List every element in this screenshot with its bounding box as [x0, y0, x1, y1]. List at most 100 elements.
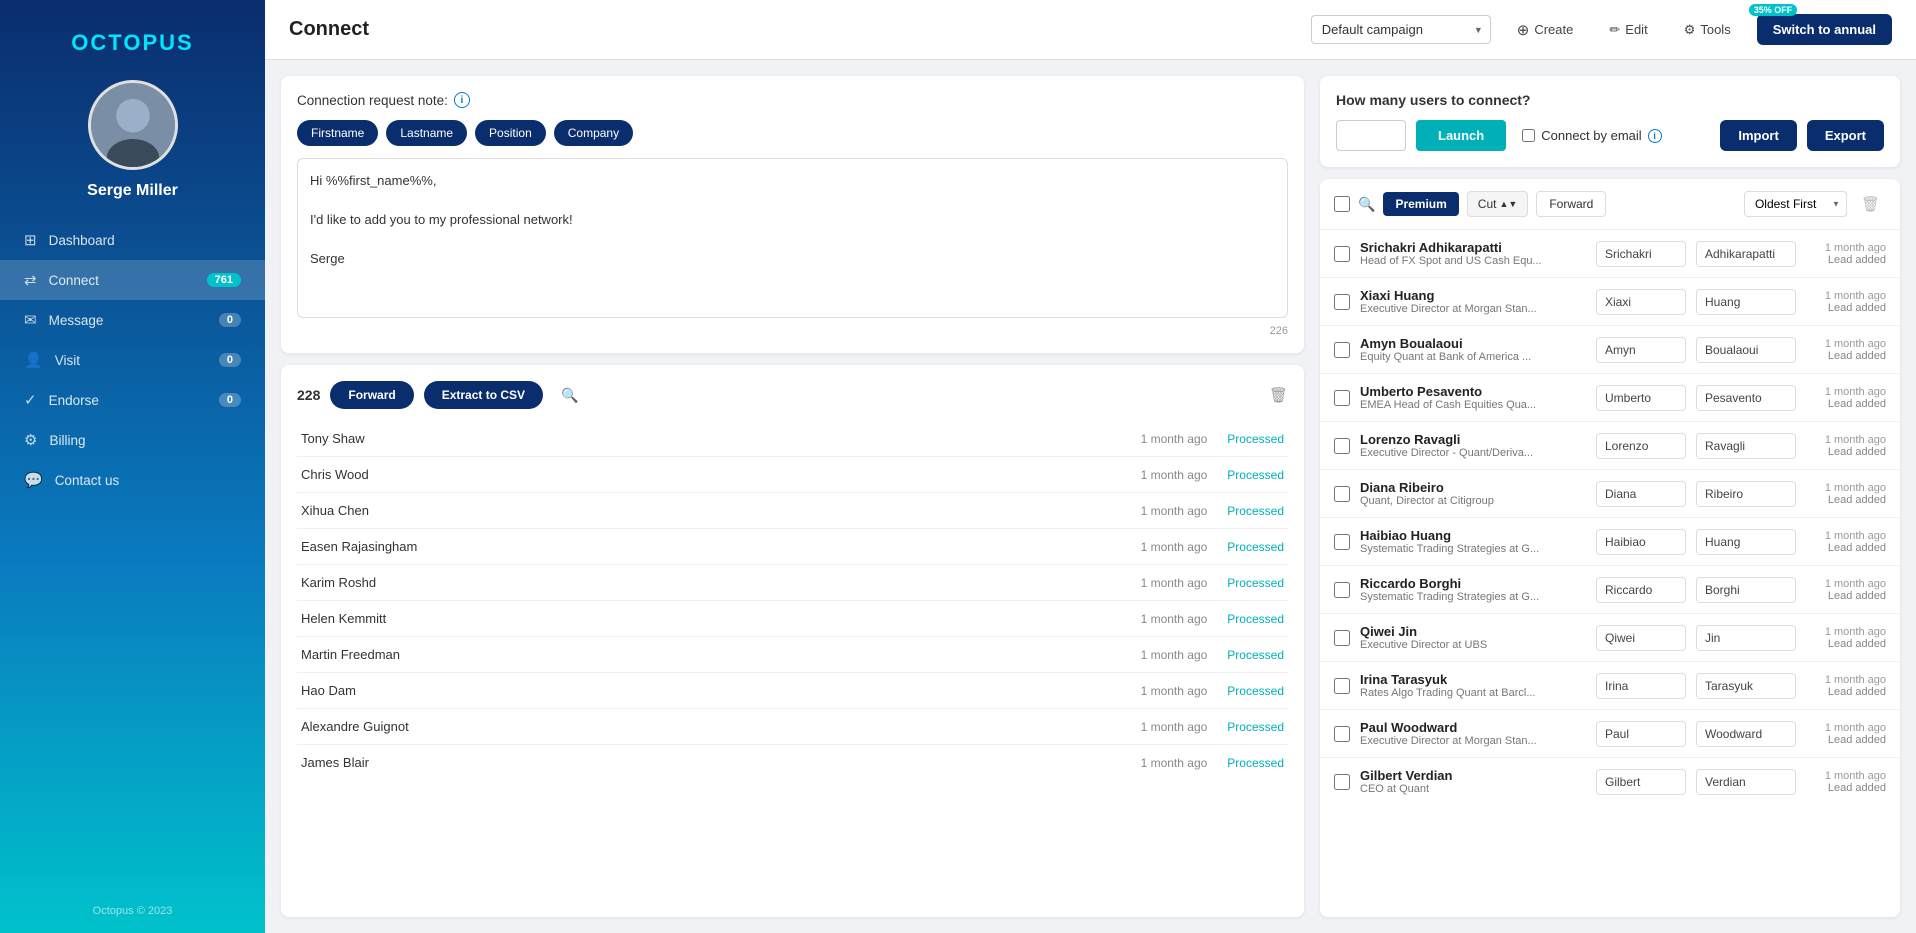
lead-firstname-input[interactable]: [1596, 769, 1686, 795]
queue-item-status: Processed: [1227, 432, 1284, 446]
switch-annual-button[interactable]: 35% OFF Switch to annual: [1757, 14, 1892, 45]
sidebar-item-dashboard[interactable]: ⊞ Dashboard: [0, 220, 265, 260]
lead-list-item: Gilbert Verdian CEO at Quant 1 month ago…: [1320, 758, 1900, 805]
lead-firstname-input[interactable]: [1596, 529, 1686, 555]
connect-email-checkbox[interactable]: [1522, 129, 1535, 142]
users-count-input[interactable]: [1336, 120, 1406, 151]
lead-lastname-input[interactable]: [1696, 721, 1796, 747]
lead-checkbox[interactable]: [1334, 582, 1350, 598]
lead-lastname-input[interactable]: [1696, 577, 1796, 603]
lead-lastname-input[interactable]: [1696, 481, 1796, 507]
campaign-select[interactable]: Default campaign: [1311, 15, 1491, 44]
lead-name: Srichakri Adhikarapatti: [1360, 240, 1586, 255]
extract-csv-button[interactable]: Extract to CSV: [424, 381, 543, 409]
lead-firstname-input[interactable]: [1596, 481, 1686, 507]
connection-note-title: Connection request note: i: [297, 92, 1288, 108]
launch-button[interactable]: Launch: [1416, 120, 1506, 151]
lead-checkbox[interactable]: [1334, 630, 1350, 646]
lead-lastname-input[interactable]: [1696, 769, 1796, 795]
lead-status: Lead added: [1806, 686, 1886, 698]
sidebar-item-label: Dashboard: [49, 233, 115, 248]
lead-info: Qiwei Jin Executive Director at UBS: [1360, 624, 1586, 651]
lead-time: 1 month ago: [1806, 722, 1886, 734]
tag-position-button[interactable]: Position: [475, 120, 546, 146]
content-area: Connection request note: i Firstname Las…: [265, 60, 1916, 933]
sidebar-item-label: Contact us: [55, 473, 120, 488]
lead-title: CEO at Quant: [1360, 783, 1586, 795]
lead-firstname-input[interactable]: [1596, 433, 1686, 459]
queue-list-item: Alexandre Guignot 1 month ago Processed: [297, 709, 1288, 745]
tag-firstname-button[interactable]: Firstname: [297, 120, 378, 146]
leads-forward-button[interactable]: Forward: [1536, 191, 1606, 217]
tag-lastname-button[interactable]: Lastname: [386, 120, 467, 146]
import-button[interactable]: Import: [1720, 120, 1796, 151]
leads-delete-button[interactable]: 🗑: [1855, 191, 1886, 217]
lead-lastname-input[interactable]: [1696, 625, 1796, 651]
lead-lastname-input[interactable]: [1696, 289, 1796, 315]
sidebar-item-billing[interactable]: ⚙ Billing: [0, 420, 265, 460]
lead-firstname-input[interactable]: [1596, 289, 1686, 315]
premium-badge[interactable]: Premium: [1383, 192, 1458, 216]
lead-lastname-input[interactable]: [1696, 433, 1796, 459]
lead-lastname-input[interactable]: [1696, 673, 1796, 699]
lead-checkbox[interactable]: [1334, 774, 1350, 790]
sidebar-item-connect[interactable]: ⇄ Connect 761: [0, 260, 265, 300]
queue-item-time: 1 month ago: [1141, 468, 1208, 482]
users-count-card: How many users to connect? Launch Connec…: [1320, 76, 1900, 167]
lead-lastname-input[interactable]: [1696, 529, 1796, 555]
queue-item-time: 1 month ago: [1141, 720, 1208, 734]
lead-checkbox[interactable]: [1334, 438, 1350, 454]
lead-checkbox[interactable]: [1334, 294, 1350, 310]
email-info-icon: i: [1648, 129, 1662, 143]
note-textarea[interactable]: Hi %%first_name%%, I'd like to add you t…: [297, 158, 1288, 318]
queue-item-name: Martin Freedman: [301, 647, 1121, 662]
queue-forward-button[interactable]: Forward: [330, 381, 413, 409]
lead-checkbox[interactable]: [1334, 486, 1350, 502]
lead-firstname-input[interactable]: [1596, 337, 1686, 363]
message-icon: ✉: [24, 311, 37, 329]
export-button[interactable]: Export: [1807, 120, 1884, 151]
queue-delete-button[interactable]: 🗑: [1269, 386, 1288, 404]
lead-checkbox[interactable]: [1334, 246, 1350, 262]
lead-title: Executive Director at Morgan Stan...: [1360, 303, 1586, 315]
lead-lastname-input[interactable]: [1696, 385, 1796, 411]
sidebar-item-message[interactable]: ✉ Message 0: [0, 300, 265, 340]
tools-icon: ⚙: [1684, 22, 1696, 38]
lead-firstname-input[interactable]: [1596, 673, 1686, 699]
leads-select-all-checkbox[interactable]: [1334, 196, 1350, 212]
tools-button[interactable]: ⚙ Tools: [1674, 16, 1741, 44]
lead-status: Lead added: [1806, 782, 1886, 794]
sidebar-item-visit[interactable]: 👤 Visit 0: [0, 340, 265, 380]
lead-firstname-input[interactable]: [1596, 721, 1686, 747]
queue-item-name: Xihua Chen: [301, 503, 1121, 518]
lead-firstname-input[interactable]: [1596, 385, 1686, 411]
lead-firstname-input[interactable]: [1596, 577, 1686, 603]
lead-firstname-input[interactable]: [1596, 625, 1686, 651]
create-button[interactable]: ⊕ Create: [1507, 15, 1584, 45]
lead-time: 1 month ago: [1806, 290, 1886, 302]
lead-checkbox[interactable]: [1334, 678, 1350, 694]
lead-checkbox[interactable]: [1334, 534, 1350, 550]
leads-search-icon[interactable]: 🔍: [1358, 196, 1375, 213]
oldest-select[interactable]: Oldest First Newest First: [1744, 191, 1847, 217]
lead-checkbox[interactable]: [1334, 726, 1350, 742]
sidebar-item-label: Visit: [55, 353, 80, 368]
lead-name: Qiwei Jin: [1360, 624, 1586, 639]
lead-firstname-input[interactable]: [1596, 241, 1686, 267]
sidebar-item-endorse[interactable]: ✓ Endorse 0: [0, 380, 265, 420]
tag-company-button[interactable]: Company: [554, 120, 633, 146]
lead-title: Equity Quant at Bank of America ...: [1360, 351, 1586, 363]
lead-lastname-input[interactable]: [1696, 337, 1796, 363]
lead-lastname-input[interactable]: [1696, 241, 1796, 267]
lead-checkbox[interactable]: [1334, 342, 1350, 358]
lead-checkbox[interactable]: [1334, 390, 1350, 406]
lead-title: Head of FX Spot and US Cash Equ...: [1360, 255, 1586, 267]
queue-search-button[interactable]: 🔍: [553, 383, 586, 408]
cut-button[interactable]: Cut ▲▼: [1467, 191, 1529, 217]
queue-item-status: Processed: [1227, 540, 1284, 554]
sidebar-item-contact[interactable]: 💬 Contact us: [0, 460, 265, 500]
main-content: Connect Default campaign ⊕ Create ✏ Edit…: [265, 0, 1916, 933]
edit-button[interactable]: ✏ Edit: [1599, 16, 1657, 44]
char-count: 226: [297, 325, 1288, 337]
connect-email-label: Connect by email i: [1522, 128, 1661, 143]
